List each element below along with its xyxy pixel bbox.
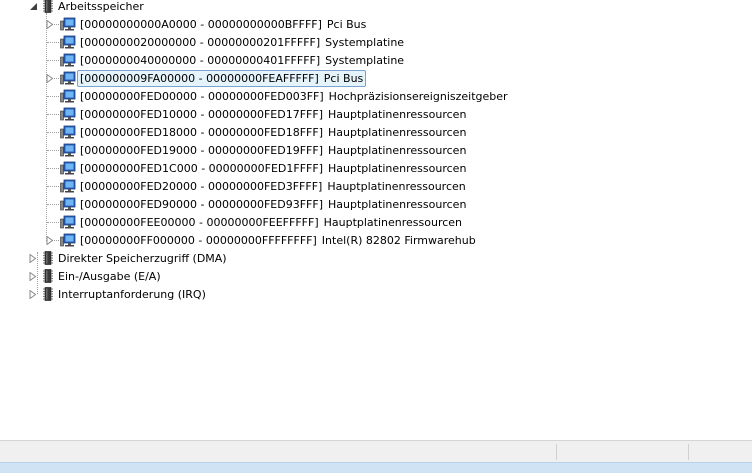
expand-arrow-icon[interactable] xyxy=(28,289,38,299)
computer-device-icon xyxy=(60,233,76,247)
tree-item-label: [00000000FED90000 - 00000000FED93FFF] Hau… xyxy=(80,197,469,212)
address-range: [00000000FF000000 - 00000000FFFFFFFF] xyxy=(80,233,317,247)
device-name: Hauptplatinenressourcen xyxy=(327,179,466,193)
tree-item-resource[interactable]: [000000009FA00000 - 00000000FEAFFFFF] Pci… xyxy=(60,69,367,87)
computer-device-icon xyxy=(60,17,76,31)
device-name: Hauptplatinenressourcen xyxy=(328,143,467,157)
tree-item-resource[interactable]: [00000000FED19000 - 00000000FED19FFF] Hau… xyxy=(60,141,469,159)
expand-arrow-icon[interactable] xyxy=(45,73,55,83)
tree-item-resource[interactable]: [0000000020000000 - 00000000201FFFFF] Sys… xyxy=(60,33,407,51)
tree-connector xyxy=(47,186,59,187)
device-name: Hauptplatinenressourcen xyxy=(328,161,467,175)
device-name: Intel(R) 82802 Firmwarehub xyxy=(321,233,476,247)
tree-item-label: [00000000FED18000 - 00000000FED18FFF] Hau… xyxy=(80,125,469,140)
computer-device-icon xyxy=(60,161,76,175)
tree-item-label: [00000000FED10000 - 00000000FED17FFF] Hau… xyxy=(80,107,469,122)
tree-connector xyxy=(47,222,59,223)
memory-chip-icon xyxy=(43,287,53,301)
memory-chip-icon xyxy=(43,269,53,283)
tree-item-label: [00000000FEE00000 - 00000000FEEFFFFF] Hau… xyxy=(80,215,465,230)
expand-arrow-icon[interactable] xyxy=(45,19,55,29)
computer-device-icon xyxy=(60,107,76,121)
computer-device-icon xyxy=(60,89,76,103)
tree-item-label: [00000000FED20000 - 00000000FED3FFFF] Hau… xyxy=(80,179,469,194)
device-name: Pci Bus xyxy=(323,71,364,85)
tree-connector xyxy=(47,42,59,43)
device-name: Systemplatine xyxy=(325,53,405,67)
address-range: [0000000020000000 - 00000000201FFFFF] xyxy=(80,35,321,49)
tree-item-resource[interactable]: [00000000FEE00000 - 00000000FEEFFFFF] Hau… xyxy=(60,213,465,231)
computer-device-icon xyxy=(60,53,76,67)
status-separator xyxy=(688,444,689,460)
tree-item-label: [0000000040000000 - 00000000401FFFFF] Sys… xyxy=(80,53,407,68)
device-name: Hauptplatinenressourcen xyxy=(323,215,463,229)
memory-chip-icon xyxy=(43,251,53,265)
computer-device-icon xyxy=(60,125,76,139)
computer-device-icon xyxy=(60,179,76,193)
tree-item-resource[interactable]: [00000000FED1C000 - 00000000FED1FFFF] Hau… xyxy=(60,159,469,177)
expand-arrow-icon[interactable] xyxy=(28,253,38,263)
tree-item-label: [00000000FED1C000 - 00000000FED1FFFF] Hau… xyxy=(80,161,469,176)
expand-arrow-icon[interactable] xyxy=(28,271,38,281)
device-name: Hauptplatinenressourcen xyxy=(328,197,467,211)
device-resource-tree[interactable]: Arbeitsspeicher [00000000000A0000 - 0000… xyxy=(0,0,752,440)
category-label: Ein-/Ausgabe (E/A) xyxy=(58,269,161,283)
computer-device-icon xyxy=(60,71,76,85)
address-range: [0000000040000000 - 00000000401FFFFF] xyxy=(80,53,321,67)
tree-item-label: [000000009FA00000 - 00000000FEAFFFFF] Pci… xyxy=(77,69,367,87)
collapse-arrow-icon[interactable] xyxy=(28,1,38,11)
tree-item-label: [00000000FED00000 - 00000000FED003FF] Hoc… xyxy=(80,89,511,104)
address-range: [00000000FED00000 - 00000000FED003FF] xyxy=(80,89,324,103)
tree-connector xyxy=(47,132,59,133)
category-label: Direkter Speicherzugriff (DMA) xyxy=(58,251,227,265)
address-range: [00000000FED19000 - 00000000FED19FFF] xyxy=(80,143,323,157)
tree-item-label: [0000000020000000 - 00000000201FFFFF] Sys… xyxy=(80,35,407,50)
expand-arrow-icon[interactable] xyxy=(45,235,55,245)
tree-connector xyxy=(46,13,47,241)
tree-category[interactable]: Interruptanforderung (IRQ) xyxy=(28,285,206,303)
address-range: [00000000FED1C000 - 00000000FED1FFFF] xyxy=(80,161,323,175)
status-separator xyxy=(556,444,557,460)
tree-category[interactable]: Ein-/Ausgabe (E/A) xyxy=(28,267,161,285)
address-range: [00000000FED90000 - 00000000FED93FFF] xyxy=(80,197,323,211)
computer-device-icon xyxy=(60,35,76,49)
address-range: [000000009FA00000 - 00000000FEAFFFFF] xyxy=(80,71,319,85)
tree-item-resource[interactable]: [00000000FED20000 - 00000000FED3FFFF] Hau… xyxy=(60,177,469,195)
category-label: Arbeitsspeicher xyxy=(58,0,144,13)
tree-item-resource[interactable]: [00000000FF000000 - 00000000FFFFFFFF] Int… xyxy=(60,231,479,249)
tree-connector xyxy=(47,60,59,61)
device-name: Pci Bus xyxy=(326,17,367,31)
tree-connector xyxy=(47,150,59,151)
device-name: Hauptplatinenressourcen xyxy=(328,125,467,139)
tree-connector xyxy=(47,168,59,169)
window-bottom-border xyxy=(0,462,752,473)
tree-item-label: [00000000FF000000 - 00000000FFFFFFFF] Int… xyxy=(80,233,479,248)
tree-item-resource[interactable]: [00000000FED00000 - 00000000FED003FF] Hoc… xyxy=(60,87,511,105)
address-range: [00000000FED10000 - 00000000FED17FFF] xyxy=(80,107,323,121)
tree-item-label: [00000000FED19000 - 00000000FED19FFF] Hau… xyxy=(80,143,469,158)
device-name: Hochpräzisionsereigniszeitgeber xyxy=(328,89,508,103)
tree-item-label: [00000000000A0000 - 00000000000BFFFF] Pci… xyxy=(80,17,369,32)
computer-device-icon xyxy=(60,197,76,211)
tree-connector xyxy=(47,96,59,97)
computer-device-icon xyxy=(60,143,76,157)
tree-item-resource[interactable]: [00000000FED90000 - 00000000FED93FFF] Hau… xyxy=(60,195,469,213)
tree-category[interactable]: Direkter Speicherzugriff (DMA) xyxy=(28,249,227,267)
address-range: [00000000FED20000 - 00000000FED3FFFF] xyxy=(80,179,323,193)
memory-chip-icon xyxy=(43,0,53,13)
device-name: Hauptplatinenressourcen xyxy=(328,107,467,121)
tree-connector xyxy=(47,114,59,115)
tree-item-resource[interactable]: [00000000000A0000 - 00000000000BFFFF] Pci… xyxy=(60,15,369,33)
tree-item-resource[interactable]: [0000000040000000 - 00000000401FFFFF] Sys… xyxy=(60,51,407,69)
tree-item-resource[interactable]: [00000000FED18000 - 00000000FED18FFF] Hau… xyxy=(60,123,469,141)
computer-device-icon xyxy=(60,215,76,229)
address-range: [00000000FEE00000 - 00000000FEEFFFFF] xyxy=(80,215,319,229)
device-name: Systemplatine xyxy=(325,35,405,49)
category-label: Interruptanforderung (IRQ) xyxy=(58,287,206,301)
address-range: [00000000FED18000 - 00000000FED18FFF] xyxy=(80,125,323,139)
address-range: [00000000000A0000 - 00000000000BFFFF] xyxy=(80,17,322,31)
status-bar xyxy=(0,440,752,463)
tree-connector xyxy=(47,204,59,205)
tree-item-resource[interactable]: [00000000FED10000 - 00000000FED17FFF] Hau… xyxy=(60,105,469,123)
